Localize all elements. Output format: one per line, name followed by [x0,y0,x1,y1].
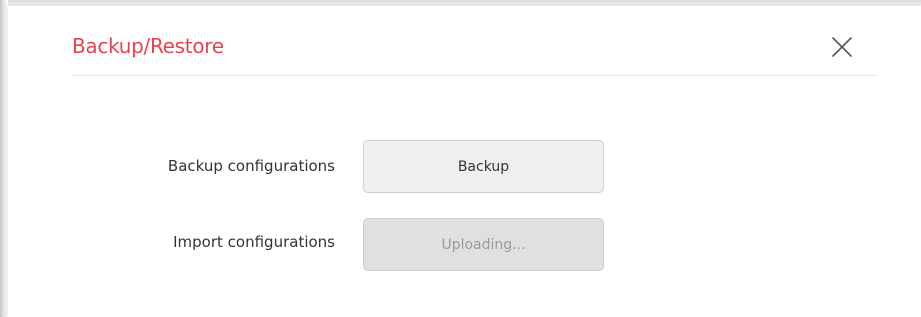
close-icon [825,30,859,64]
title-divider [72,75,876,76]
backup-button[interactable]: Backup [363,140,604,193]
page-canvas: Backup/Restore Backup configurations Bac… [0,0,921,317]
import-configurations-label: Import configurations [173,233,335,251]
import-uploading-button[interactable]: Uploading... [363,218,604,271]
dialog-title: Backup/Restore [72,34,224,58]
backup-configurations-label: Backup configurations [167,157,335,175]
left-shadow [0,0,8,317]
close-button[interactable] [825,30,859,64]
backup-restore-dialog: Backup/Restore Backup configurations Bac… [8,6,921,317]
